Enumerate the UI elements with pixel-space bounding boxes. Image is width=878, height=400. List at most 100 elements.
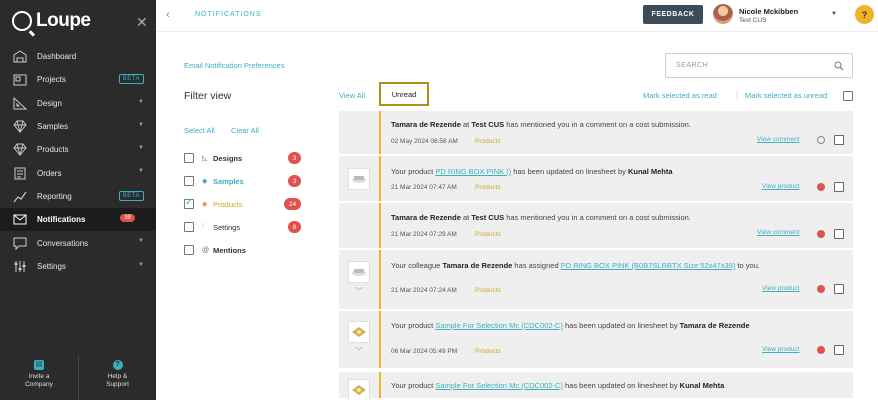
notification-count-badge: 38 (120, 214, 135, 223)
read-status-icon[interactable] (817, 136, 825, 144)
filter-label: Products (213, 199, 243, 209)
chevron-down-icon[interactable]: ▼ (831, 11, 837, 17)
user-name[interactable]: Nicole Mckibben (739, 7, 798, 16)
notification-message: Tamara de Rezende at Test CUS has mentio… (391, 213, 691, 222)
search-icon[interactable] (834, 61, 844, 71)
unread-status-icon[interactable] (817, 285, 825, 293)
view-product-link[interactable]: View product (762, 346, 799, 353)
expand-chevron-icon[interactable]: ﹀ (355, 346, 363, 357)
product-link[interactable]: Sample For Selection Mc (CDC002-C) (435, 381, 563, 390)
sidebar-item-settings[interactable]: Settings ▼ (0, 255, 156, 278)
sidebar-item-label: Notifications (37, 215, 86, 225)
row-checkbox[interactable] (834, 182, 844, 192)
notification-row[interactable]: Your product Sample For Selection Mc (CD… (339, 372, 853, 400)
filter-view-title: Filter view (184, 90, 232, 102)
chevron-down-icon[interactable]: ▼ (138, 145, 144, 151)
unread-status-icon[interactable] (817, 230, 825, 238)
view-comment-link[interactable]: View comment (757, 229, 800, 236)
notification-row[interactable]: Tamara de Rezende at Test CUS has mentio… (339, 203, 853, 250)
filter-checkbox[interactable] (184, 197, 194, 209)
filter-products[interactable]: ◆ Products 24 (184, 194, 304, 214)
search-box[interactable] (665, 53, 853, 78)
notification-row[interactable]: Tamara de Rezende at Test CUS has mentio… (339, 111, 853, 156)
filter-designs[interactable]: ◺ Designs 3 (184, 148, 304, 168)
unread-indicator-bar (379, 156, 381, 201)
sidebar-item-label: Orders (37, 168, 62, 178)
filter-checkbox[interactable] (184, 222, 194, 232)
filter-count-badge: 3 (288, 152, 301, 164)
unread-indicator-bar (379, 250, 381, 309)
view-product-link[interactable]: View product (762, 183, 799, 190)
close-icon[interactable]: ✕ (136, 14, 148, 31)
notification-row[interactable]: Your product PD RING BOX PINK () has bee… (339, 156, 853, 203)
feedback-button[interactable]: FEEDBACK (643, 5, 703, 24)
row-checkbox[interactable] (834, 345, 844, 355)
sidebar-item-orders[interactable]: Orders ▼ (0, 161, 156, 184)
select-all-checkbox[interactable] (843, 91, 853, 101)
product-thumbnail[interactable] (348, 379, 370, 400)
product-link[interactable]: PD RING BOX PINK () (435, 167, 511, 176)
sidebar-item-conversations[interactable]: Conversations ▼ (0, 231, 156, 254)
sidebar-item-reporting[interactable]: Reporting BETA (0, 185, 156, 208)
search-input[interactable] (666, 54, 826, 77)
breadcrumb[interactable]: NOTIFICATIONS (195, 11, 262, 18)
notification-row[interactable]: ﹀ Your colleague Tamara de Rezende has a… (339, 250, 853, 311)
reporting-icon (12, 190, 27, 203)
help-support-button[interactable]: ? Help & Support (78, 355, 156, 400)
mark-selected-read-link[interactable]: Mark selected as read (643, 91, 717, 100)
row-checkbox[interactable] (834, 135, 844, 145)
filter-settings[interactable]: ⫶ Settings 8 (184, 217, 304, 237)
avatar[interactable] (713, 4, 733, 24)
sidebar-item-products[interactable]: Products ▼ (0, 138, 156, 161)
help-button[interactable]: ? (855, 5, 874, 24)
mark-selected-unread-link[interactable]: Mark selected as unread (745, 91, 827, 100)
view-comment-link[interactable]: View comment (757, 136, 800, 143)
filter-checkbox[interactable] (184, 176, 194, 186)
filter-checkbox[interactable] (184, 245, 194, 255)
filter-count-badge: 24 (284, 198, 301, 210)
product-link[interactable]: Sample For Selection Mc (CDC002-C) (435, 321, 563, 330)
tab-unread[interactable]: Unread (379, 82, 429, 106)
view-product-link[interactable]: View product (762, 285, 799, 292)
invite-label-line1: Invite a (28, 373, 50, 380)
design-icon (12, 96, 27, 110)
filter-samples[interactable]: ◆ Samples 3 (184, 171, 304, 191)
sidebar-item-notifications[interactable]: Notifications 38 (0, 208, 156, 232)
sidebar-item-projects[interactable]: Projects BETA (0, 68, 156, 91)
filter-label: Mentions (213, 245, 246, 255)
notification-message: Your product Sample For Selection Mc (CD… (391, 381, 725, 390)
unread-status-icon[interactable] (817, 346, 825, 354)
unread-status-icon[interactable] (817, 183, 825, 191)
select-all-link[interactable]: Select All (184, 126, 215, 135)
clear-all-link[interactable]: Clear All (231, 126, 259, 135)
sidebar-item-design[interactable]: Design ▼ (0, 92, 156, 115)
back-chevron-icon[interactable]: ‹ (166, 9, 170, 21)
notification-row[interactable]: ﹀ Your product Sample For Selection Mc (… (339, 311, 853, 370)
chevron-down-icon[interactable]: ▼ (138, 122, 144, 128)
row-checkbox[interactable] (834, 284, 844, 294)
chevron-down-icon[interactable]: ▼ (138, 99, 144, 105)
sidebar-item-dashboard[interactable]: Dashboard (0, 45, 156, 68)
unread-indicator-bar (379, 203, 381, 248)
email-preferences-link[interactable]: Email Notification Preferences (184, 61, 284, 70)
invite-company-button[interactable]: ▤ Invite a Company (0, 355, 78, 400)
sidebar-item-label: Settings (37, 261, 66, 271)
sidebar-item-samples[interactable]: Samples ▼ (0, 115, 156, 138)
sliders-icon: ⫶ (202, 223, 204, 230)
sliders-icon (12, 260, 27, 273)
building-icon: ▤ (34, 360, 44, 370)
chevron-down-icon[interactable]: ▼ (138, 238, 144, 244)
sidebar-item-label: Conversations (37, 238, 89, 248)
product-thumbnail[interactable] (348, 321, 370, 343)
filter-checkbox[interactable] (184, 153, 194, 163)
product-thumbnail[interactable] (348, 168, 370, 190)
chevron-down-icon[interactable]: ▼ (138, 262, 144, 268)
product-link[interactable]: PD RING BOX PINK (B0B7SLRBTX Size 52x47x… (561, 261, 736, 270)
logo[interactable]: Loupe (12, 10, 91, 32)
chevron-down-icon[interactable]: ▼ (138, 168, 144, 174)
tab-view-all[interactable]: View All (339, 91, 365, 100)
row-checkbox[interactable] (834, 229, 844, 239)
product-thumbnail[interactable] (348, 261, 370, 283)
expand-chevron-icon[interactable]: ﹀ (355, 286, 363, 297)
filter-mentions[interactable]: @ Mentions (184, 240, 304, 260)
